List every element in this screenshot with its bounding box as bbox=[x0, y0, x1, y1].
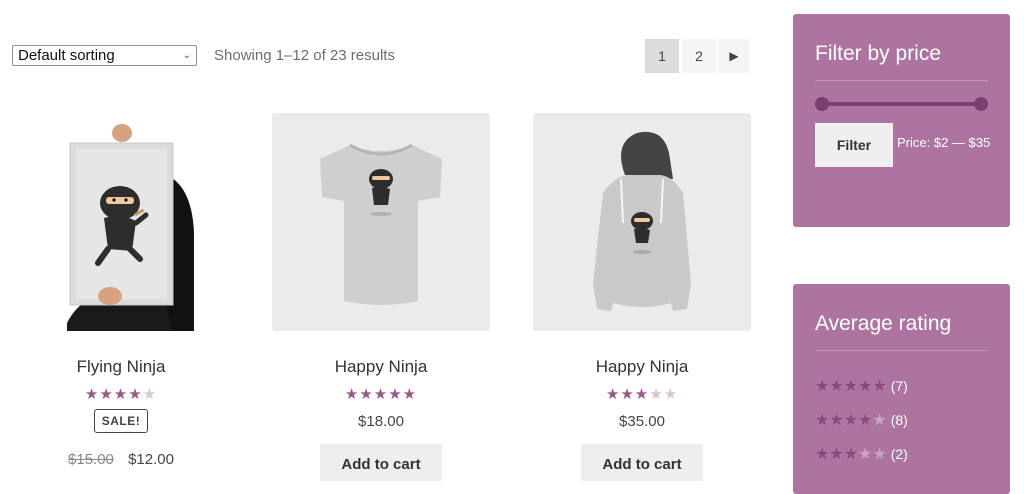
price-slider[interactable] bbox=[815, 97, 988, 111]
product-image[interactable] bbox=[12, 113, 230, 331]
product-image[interactable] bbox=[272, 113, 490, 331]
triangle-right-icon: ▶ bbox=[729, 49, 739, 63]
product-price: $18.00 bbox=[358, 413, 404, 430]
product-card: Happy Ninja ★★★★★ $35.00 Add to cart bbox=[533, 113, 751, 481]
rating-filter-3[interactable]: ★★★★★ (2) bbox=[815, 437, 1010, 471]
product-title[interactable]: Flying Ninja bbox=[12, 357, 230, 379]
price-range-label: Price: $2 — $35 bbox=[897, 134, 991, 150]
product-rating: ★★★★★ bbox=[344, 386, 418, 403]
widget-title: Filter by price bbox=[815, 42, 942, 65]
product-price: $15.00 $12.00 bbox=[12, 451, 230, 468]
add-to-cart-button[interactable]: Add to cart bbox=[320, 444, 442, 481]
rating-count: (7) bbox=[890, 378, 908, 394]
widget-title: Average rating bbox=[815, 312, 952, 335]
product-price: $35.00 bbox=[619, 413, 665, 430]
product-card: Happy Ninja ★★★★★ $18.00 Add to cart bbox=[272, 113, 490, 481]
pagination: 1 2 ▶ bbox=[645, 39, 749, 73]
slider-track bbox=[821, 102, 982, 106]
rating-count: (2) bbox=[890, 446, 908, 462]
product-rating: ★★★★★ bbox=[605, 386, 679, 403]
sale-badge: SALE! bbox=[93, 409, 149, 433]
ninja-hoodie-image bbox=[593, 131, 691, 311]
star-rating-icon: ★★★★★ bbox=[815, 378, 887, 395]
product-title[interactable]: Happy Ninja bbox=[272, 357, 490, 379]
result-count: Showing 1–12 of 23 results bbox=[214, 47, 395, 64]
rating-filter-4[interactable]: ★★★★★ (8) bbox=[815, 403, 1010, 437]
slider-max-handle[interactable] bbox=[974, 97, 988, 111]
product-title[interactable]: Happy Ninja bbox=[533, 357, 751, 379]
ninja-poster-image bbox=[12, 113, 230, 331]
star-rating-icon: ★★★★★ bbox=[815, 412, 887, 429]
rating-count: (8) bbox=[890, 412, 908, 428]
ninja-tshirt-image bbox=[320, 143, 442, 305]
sort-select[interactable]: Default sorting ⌄ bbox=[12, 45, 197, 66]
product-rating: ★★★★★ bbox=[84, 386, 158, 403]
sort-select-value: Default sorting bbox=[18, 47, 115, 64]
slider-min-handle[interactable] bbox=[815, 97, 829, 111]
next-page-button[interactable]: ▶ bbox=[719, 39, 749, 73]
rating-filter-5[interactable]: ★★★★★ (7) bbox=[815, 369, 1010, 403]
filter-button[interactable]: Filter bbox=[815, 123, 893, 167]
add-to-cart-button[interactable]: Add to cart bbox=[581, 444, 703, 481]
divider bbox=[815, 350, 988, 351]
page-1-button[interactable]: 1 bbox=[645, 39, 679, 73]
price-filter-widget: Filter by price Filter Price: $2 — $35 bbox=[793, 14, 1010, 227]
divider bbox=[815, 80, 988, 81]
product-image[interactable] bbox=[533, 113, 751, 331]
product-card: Flying Ninja ★★★★★ SALE! $15.00 $12.00 bbox=[12, 113, 230, 468]
page-2-button[interactable]: 2 bbox=[682, 39, 716, 73]
rating-filter-widget: Average rating ★★★★★ (7) ★★★★★ (8) ★★★★★… bbox=[793, 284, 1010, 494]
chevron-down-icon: ⌄ bbox=[182, 50, 191, 61]
sale-price: $12.00 bbox=[128, 451, 174, 468]
star-rating-icon: ★★★★★ bbox=[815, 446, 887, 463]
old-price: $15.00 bbox=[68, 451, 114, 468]
